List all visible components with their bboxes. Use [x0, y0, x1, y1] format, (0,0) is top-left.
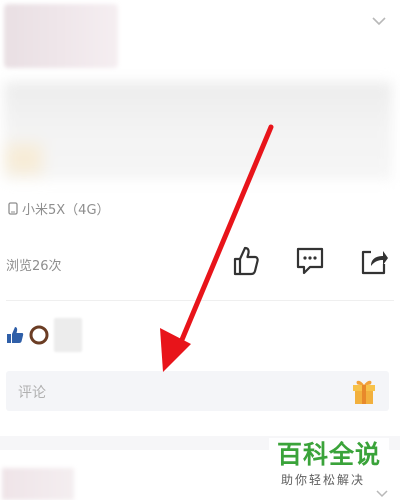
chevron-down-icon-bottom[interactable]: [376, 490, 388, 498]
likes-row[interactable]: [6, 318, 82, 352]
like-button[interactable]: [229, 244, 261, 278]
liker-avatar-blurred: [54, 318, 82, 352]
view-count: 浏览26次: [6, 259, 62, 274]
device-info: 小米5X（4G）: [8, 199, 110, 218]
phone-icon: [8, 202, 18, 215]
thumbs-up-icon: [233, 246, 259, 276]
small-thumbs-up-icon: [7, 327, 24, 343]
watermark-subtitle: 助你轻松解决: [281, 473, 366, 487]
next-post-avatar-blurred: [2, 468, 74, 500]
author-avatar-blurred: [4, 4, 118, 68]
liker-avatar-ring: [29, 325, 49, 345]
comment-placeholder: 评论: [18, 385, 46, 401]
share-arrow-icon: [361, 250, 388, 275]
comment-input[interactable]: 评论: [6, 371, 389, 411]
share-button[interactable]: [358, 244, 390, 278]
gift-icon[interactable]: [351, 377, 377, 405]
comment-bubble-icon: [296, 247, 324, 275]
watermark: 百科全说 助你轻松解决: [269, 438, 389, 494]
device-label: 小米5X（4G）: [22, 203, 110, 218]
section-divider: [6, 300, 394, 301]
chevron-down-icon[interactable]: [372, 16, 386, 26]
comment-button[interactable]: [294, 244, 326, 278]
post-content-blurred: [4, 82, 392, 180]
annotation-arrow: [160, 124, 274, 372]
watermark-title: 百科全说: [277, 440, 382, 469]
